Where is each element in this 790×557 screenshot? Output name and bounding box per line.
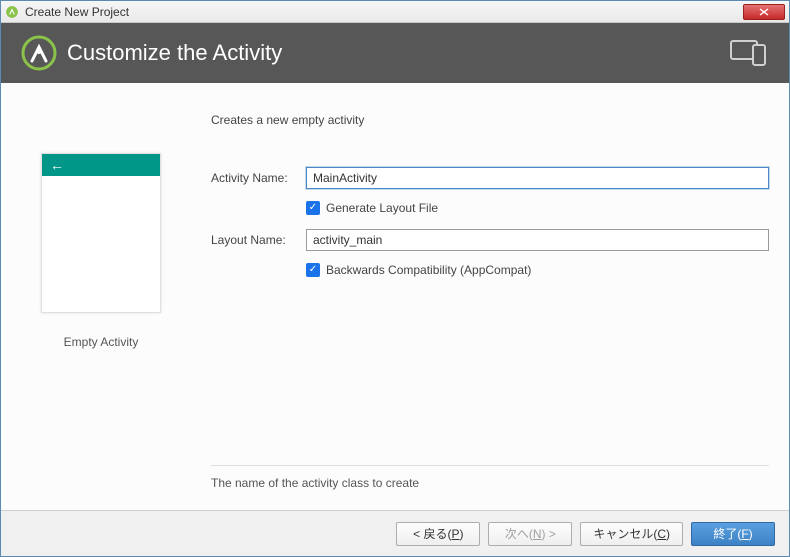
titlebar: Create New Project [1, 1, 789, 23]
preview-column: ← Empty Activity [21, 113, 181, 500]
form-column: Creates a new empty activity Activity Na… [211, 113, 769, 500]
cancel-button[interactable]: キャンセル(C) [580, 522, 683, 546]
generate-layout-label: Generate Layout File [326, 201, 438, 215]
wizard-footer: < 戻る(P) 次へ(N) > キャンセル(C) 終了(F) [1, 510, 789, 556]
dialog-window: Create New Project Customize the Activit… [0, 0, 790, 557]
wizard-content: ← Empty Activity Creates a new empty act… [1, 83, 789, 510]
generate-layout-row[interactable]: ✓ Generate Layout File [306, 201, 769, 215]
android-studio-logo-icon [21, 35, 57, 71]
activity-name-label: Activity Name: [211, 171, 306, 185]
layout-name-row: Layout Name: [211, 229, 769, 251]
activity-name-row: Activity Name: [211, 167, 769, 189]
wizard-title: Customize the Activity [67, 40, 729, 66]
info-text: The name of the activity class to create [211, 465, 769, 500]
form-description: Creates a new empty activity [211, 113, 769, 127]
backwards-compat-row[interactable]: ✓ Backwards Compatibility (AppCompat) [306, 263, 769, 277]
window-close-button[interactable] [743, 4, 785, 20]
preview-caption: Empty Activity [64, 335, 139, 349]
back-button[interactable]: < 戻る(P) [396, 522, 480, 546]
activity-preview: ← [41, 153, 161, 313]
backwards-compat-label: Backwards Compatibility (AppCompat) [326, 263, 531, 277]
window-title: Create New Project [25, 5, 743, 19]
backwards-compat-checkbox[interactable]: ✓ [306, 263, 320, 277]
preview-app-bar: ← [42, 154, 160, 176]
activity-name-input[interactable] [306, 167, 769, 189]
finish-button[interactable]: 終了(F) [691, 522, 775, 546]
android-studio-icon [5, 5, 19, 19]
generate-layout-checkbox[interactable]: ✓ [306, 201, 320, 215]
wizard-header: Customize the Activity [1, 23, 789, 83]
back-arrow-icon: ← [50, 157, 64, 173]
next-button[interactable]: 次へ(N) > [488, 522, 572, 546]
layout-name-label: Layout Name: [211, 233, 306, 247]
layout-name-input[interactable] [306, 229, 769, 251]
form-factor-icon [729, 39, 769, 67]
